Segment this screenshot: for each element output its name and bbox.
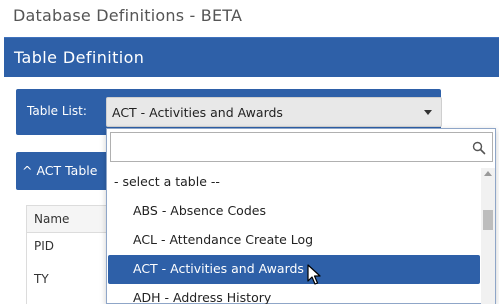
scrollbar-thumb[interactable] — [483, 210, 493, 230]
option-label: ACT - Activities and Awards — [133, 261, 304, 276]
dropdown-scrollbar[interactable] — [481, 168, 495, 304]
dropdown-option[interactable]: - select a table -- — [108, 168, 480, 197]
dropdown-option[interactable]: ABS - Absence Codes — [108, 197, 480, 226]
table-list-select[interactable]: ACT - Activities and Awards — [106, 97, 442, 127]
section-header: Table Definition — [4, 37, 499, 77]
fields-grid: Name PID TY — [26, 205, 108, 304]
section-title: Table Definition — [14, 48, 145, 67]
dropdown-search — [110, 132, 493, 162]
option-label: ACL - Attendance Create Log — [133, 232, 314, 247]
chevron-down-icon — [424, 110, 432, 115]
dropdown-search-input[interactable] — [111, 133, 492, 161]
table-list-label: Table List: — [27, 104, 87, 118]
option-label: ABS - Absence Codes — [133, 203, 266, 218]
grid-header: Name — [27, 206, 107, 233]
page-title: Database Definitions - BETA — [13, 6, 243, 25]
scroll-up-arrow-icon[interactable] — [484, 171, 492, 176]
dropdown-option[interactable]: ACL - Attendance Create Log — [108, 226, 480, 255]
mouse-pointer-icon — [307, 264, 321, 285]
grid-cell[interactable]: TY — [34, 272, 49, 286]
option-label: ADH - Address History — [133, 290, 272, 304]
grid-cell[interactable]: PID — [34, 239, 54, 253]
table-list-dropdown: - select a table -- ABS - Absence Codes … — [106, 128, 496, 304]
option-label: - select a table -- — [114, 174, 220, 189]
act-table-panel-title: ^ ACT Table — [22, 163, 98, 178]
column-header-name[interactable]: Name — [34, 212, 69, 226]
dropdown-option[interactable]: ADH - Address History — [108, 284, 480, 304]
dropdown-option-highlighted[interactable]: ACT - Activities and Awards — [108, 255, 480, 284]
table-list-selected-value: ACT - Activities and Awards — [112, 105, 283, 120]
search-icon — [472, 141, 486, 155]
act-table-panel-header[interactable]: ^ ACT Table — [16, 152, 111, 190]
